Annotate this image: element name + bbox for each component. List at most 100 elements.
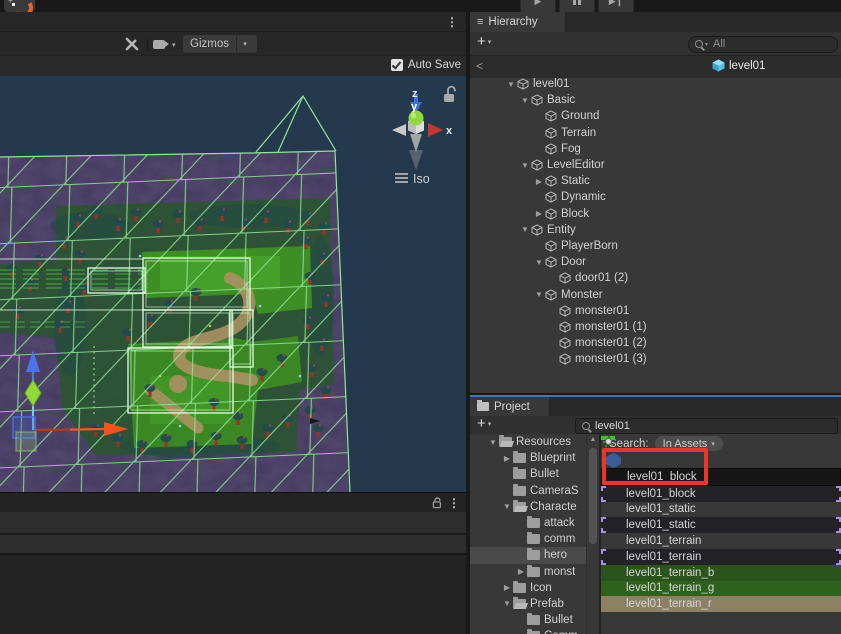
tree-item[interactable]: door01 (2) <box>470 270 841 286</box>
tree-item[interactable]: monster01 (3) <box>470 351 841 367</box>
tab-project[interactable]: Project <box>470 397 549 416</box>
folder-item[interactable]: attack <box>470 515 586 531</box>
search-results-list: level01 level01_block level01_block leve… <box>601 453 841 612</box>
bottom-panel-kebab-icon[interactable]: ⋮ <box>448 496 460 510</box>
create-asset-button[interactable]: + ▾ <box>477 419 491 429</box>
result-item[interactable]: level01_block <box>601 486 841 502</box>
folder-item[interactable]: Characte <box>470 499 586 515</box>
tree-item[interactable]: monster01 (2) <box>470 335 841 351</box>
axis-y-label: y <box>411 101 418 113</box>
result-item-label: level01_block <box>627 471 697 483</box>
tree-item[interactable]: Fog <box>470 141 841 157</box>
folder-icon <box>527 615 540 625</box>
folder-item-label: monst <box>544 566 575 578</box>
folder-item[interactable]: Comm <box>470 628 586 634</box>
result-item[interactable]: level01_static <box>601 517 841 533</box>
folder-item[interactable]: Icon <box>470 580 586 596</box>
foldout-arrow-icon[interactable] <box>505 80 517 89</box>
scene-viewport[interactable]: z y x Iso <box>0 76 466 492</box>
project-toolbar: + ▾ level01 <box>470 416 841 434</box>
foldout-arrow-icon[interactable] <box>533 177 545 186</box>
gizmos-dropdown[interactable]: Gizmos ▾ <box>183 35 257 53</box>
play-button[interactable]: ▶ <box>520 0 556 12</box>
search-scope-dropdown[interactable]: In Assets ▾ <box>655 436 723 451</box>
foldout-arrow-icon[interactable] <box>515 567 527 576</box>
foldout-arrow-icon[interactable] <box>533 258 545 267</box>
search-filter-caret-icon: ▾ <box>705 41 708 48</box>
tree-item[interactable]: LevelEditor <box>470 157 841 173</box>
tree-item[interactable]: Static <box>470 173 841 189</box>
tree-item[interactable]: Entity <box>470 222 841 238</box>
tree-item-label: door01 (2) <box>575 272 628 284</box>
folder-item[interactable]: Bullet <box>470 466 586 482</box>
foldout-arrow-icon[interactable] <box>519 225 531 234</box>
create-object-button[interactable]: + ▾ <box>477 37 491 47</box>
foldout-arrow-icon[interactable] <box>519 161 531 170</box>
foldout-arrow-icon[interactable] <box>501 502 513 511</box>
axis-z-label: z <box>412 88 418 100</box>
folder-item[interactable]: monst <box>470 564 586 580</box>
foldout-arrow-icon[interactable] <box>533 290 545 299</box>
prefab-title[interactable]: level01 <box>712 59 765 72</box>
scrollbar-thumb[interactable] <box>589 448 597 544</box>
step-button[interactable]: ▶❙ <box>598 0 634 12</box>
folder-item[interactable]: Blueprint <box>470 450 586 466</box>
folder-item[interactable]: Resources <box>470 434 586 450</box>
tree-item[interactable]: Terrain <box>470 125 841 141</box>
foldout-arrow-icon[interactable] <box>501 599 513 608</box>
tree-item[interactable]: Ground <box>470 108 841 124</box>
foldout-arrow-icon[interactable] <box>519 96 531 105</box>
foldout-arrow-icon[interactable] <box>533 209 545 218</box>
scroll-up-icon[interactable]: ▲ <box>587 436 599 443</box>
result-item[interactable]: level01_terrain_r <box>601 596 841 612</box>
result-item[interactable]: level01_terrain_g <box>601 581 841 597</box>
tree-item[interactable]: PlayerBorn <box>470 238 841 254</box>
folder-item[interactable]: Bullet <box>470 612 586 628</box>
tree-item[interactable]: Block <box>470 206 841 222</box>
tree-item[interactable]: monster01 <box>470 303 841 319</box>
folder-item[interactable]: hero <box>470 547 586 563</box>
result-item[interactable]: level01_terrain <box>601 533 841 549</box>
snap-tool-button[interactable]: + <box>4 0 35 12</box>
camera-dropdown-caret-icon[interactable]: ▾ <box>172 41 176 49</box>
folder-item-label: CameraS <box>530 485 579 497</box>
checkbox-checked-icon[interactable] <box>391 59 403 71</box>
result-item[interactable]: level01 <box>606 453 621 468</box>
back-chevron-icon[interactable]: < <box>476 59 483 73</box>
tree-item[interactable]: Dynamic <box>470 189 841 205</box>
scene-menu-kebab-icon[interactable]: ⋮ <box>446 15 458 29</box>
pause-button[interactable] <box>559 0 595 12</box>
tree-item[interactable]: level01 <box>470 76 841 92</box>
foldout-arrow-icon[interactable] <box>501 583 513 592</box>
result-item[interactable]: level01_static <box>601 502 841 518</box>
result-item[interactable]: level01_terrain <box>601 549 841 565</box>
folder-item-label: Icon <box>530 582 552 594</box>
result-item[interactable]: level01_block <box>601 468 841 486</box>
foldout-arrow-icon[interactable] <box>501 454 513 463</box>
collapsed-bar-1[interactable] <box>0 512 466 533</box>
gizmos-label: Gizmos <box>183 38 236 50</box>
collapsed-bar-2[interactable] <box>0 533 466 555</box>
folder-item[interactable]: CameraS <box>470 483 586 499</box>
asset-icon <box>608 470 622 484</box>
prefab-breadcrumb: < level01 <box>470 55 841 78</box>
result-item-label: level01_block <box>626 488 696 500</box>
auto-save-toggle[interactable]: Auto Save <box>391 59 461 71</box>
tree-item[interactable]: Monster <box>470 286 841 302</box>
result-item[interactable]: level01_terrain_b <box>601 565 841 581</box>
lock-open-icon[interactable] <box>431 497 443 509</box>
search-results-header: Search: In Assets ▾ <box>601 434 841 453</box>
folder-item[interactable]: Prefab <box>470 596 586 612</box>
tree-item[interactable]: Basic <box>470 92 841 108</box>
search-icon <box>582 422 590 430</box>
editor-tools-icon[interactable] <box>124 37 140 51</box>
project-search-input[interactable]: level01 <box>575 418 838 434</box>
camera-icon[interactable] <box>153 40 165 49</box>
tree-item[interactable]: Door <box>470 254 841 270</box>
tab-hierarchy[interactable]: ≡ Hierarchy <box>470 12 565 32</box>
tree-item[interactable]: monster01 (1) <box>470 319 841 335</box>
hierarchy-search-input[interactable]: ▾ All <box>688 36 838 53</box>
folders-scrollbar[interactable]: ▲ <box>586 434 599 634</box>
foldout-arrow-icon[interactable] <box>487 438 499 447</box>
folder-item[interactable]: comm <box>470 531 586 547</box>
